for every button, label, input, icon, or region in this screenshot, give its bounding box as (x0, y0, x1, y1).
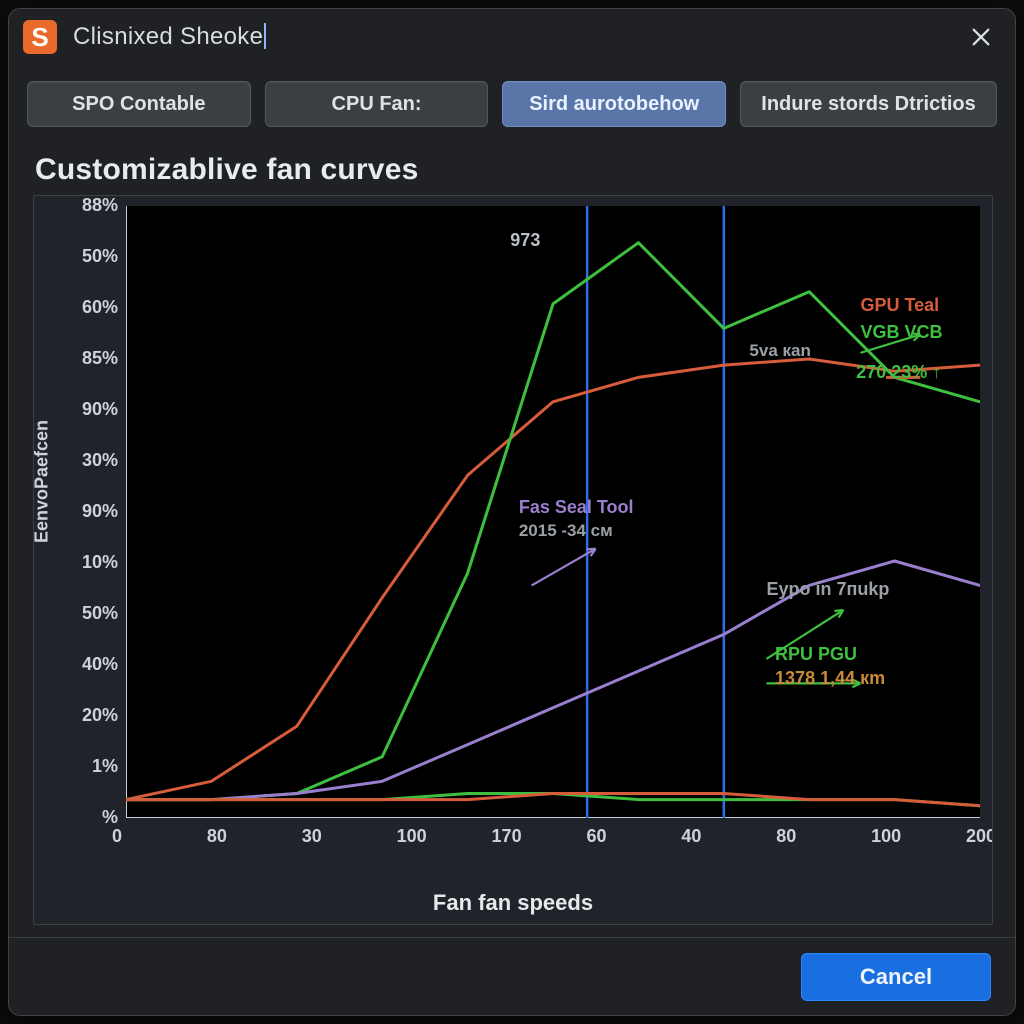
x-tick-label: 100 (871, 826, 901, 847)
x-axis-title: Fan fan speeds (433, 890, 593, 916)
chart-annotation-eypo: Eypo in 7пukp (767, 579, 890, 600)
chart-annotation-sva-kan: 5va кan (749, 341, 810, 361)
x-tick-label: 60 (586, 826, 606, 847)
y-tick-label: 60% (82, 297, 118, 318)
chart-annotation-red-pct: 270 23% ↑ (856, 362, 941, 383)
tab-indure[interactable]: Indure stords Dtrictios (740, 81, 997, 127)
caret-icon (264, 23, 266, 49)
y-tick-label: 50% (82, 603, 118, 624)
app-icon: S (23, 20, 57, 54)
dialog-footer: Cancel (9, 937, 1015, 1015)
x-tick-label: 30 (302, 826, 322, 847)
dialog-window: S Clisnixed Sheoke SPO Contable CPU Fan:… (8, 8, 1016, 1016)
close-icon (970, 26, 992, 48)
close-button[interactable] (961, 17, 1001, 57)
y-tick-label: 20% (82, 705, 118, 726)
cancel-button[interactable]: Cancel (801, 953, 991, 1001)
y-tick-label: 1% (92, 756, 118, 777)
x-tick-label: 80 (776, 826, 796, 847)
y-tick-label: 40% (82, 654, 118, 675)
x-tick-label: 100 (397, 826, 427, 847)
x-tick-label: 170 (492, 826, 522, 847)
chart-annotation-top-value: 973 (510, 230, 540, 251)
tab-cpu[interactable]: CPU Fan: (265, 81, 489, 127)
titlebar: S Clisnixed Sheoke (9, 9, 1015, 65)
tab-bar: SPO Contable CPU Fan: Sird aurotobehow I… (9, 65, 1015, 127)
title-text: Clisnixed Sheoke (73, 23, 263, 50)
section-title: Customizablive fan curves (35, 153, 991, 187)
y-tick-label: 88% (82, 195, 118, 216)
y-tick-label: 90% (82, 501, 118, 522)
chart-annotation-rpu-pgu: RPU PGU (775, 644, 857, 665)
y-tick-label: 90% (82, 399, 118, 420)
x-tick-label: 40 (681, 826, 701, 847)
chart-annotation-rpu-sub: 1378 1,44 кm (775, 668, 885, 689)
chart-annotation-fas-sub: 2015 -34 cм (519, 521, 613, 541)
chart-annotation-vgb-vcb: VGB VCB (860, 322, 942, 343)
y-tick-label: 30% (82, 450, 118, 471)
x-tick-label: 80 (207, 826, 227, 847)
window-title: Clisnixed Sheoke (73, 23, 267, 51)
y-tick-label: 10% (82, 552, 118, 573)
chart-annotation-gpu-teal: GPU Teal (860, 295, 939, 316)
x-tick-label: 0 (112, 826, 122, 847)
y-tick-label: 85% (82, 348, 118, 369)
y-axis-title: EenvoPaefcen (33, 420, 53, 543)
tab-spo[interactable]: SPO Contable (27, 81, 251, 127)
content-area: Customizablive fan curves EenvoPaefcen Fa… (9, 127, 1015, 931)
fan-curve-chart[interactable]: EenvoPaefcen Fan fan speeds 88% 50% 60% 85% 90… (33, 195, 993, 925)
x-tick-label: 200 (966, 826, 993, 847)
y-tick-label: % (102, 807, 118, 828)
y-tick-label: 50% (82, 246, 118, 267)
chart-annotation-fas-tool: Fas Seal Tool (519, 497, 634, 518)
tab-sird[interactable]: Sird aurotobehow (502, 81, 726, 127)
